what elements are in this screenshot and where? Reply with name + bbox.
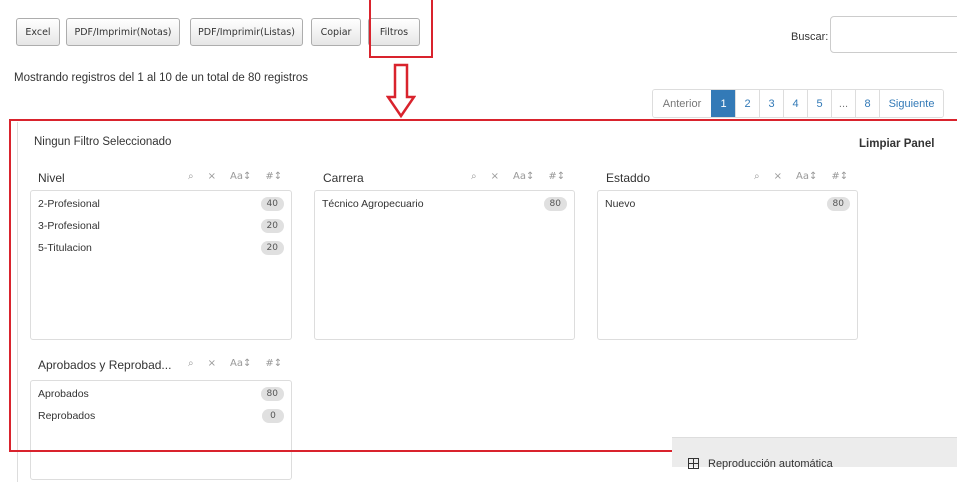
pagination-page-4[interactable]: 4 (783, 90, 807, 117)
down-arrow-icon (386, 63, 416, 119)
pagination-previous[interactable]: Anterior (653, 90, 711, 117)
filtros-highlight (369, 0, 433, 58)
search-input[interactable] (830, 16, 957, 53)
records-info: Mostrando registros del 1 al 10 de un to… (14, 72, 309, 84)
grid-icon (688, 458, 699, 472)
pagination: Anterior 1 2 3 4 5 ... 8 Siguiente (652, 89, 944, 118)
pagination-next[interactable]: Siguiente (879, 90, 943, 117)
search-label: Buscar: (791, 31, 829, 43)
excel-button[interactable]: Excel (16, 18, 60, 46)
pagination-page-1[interactable]: 1 (711, 90, 735, 117)
filter-panel-highlight (9, 119, 957, 452)
pagination-page-8[interactable]: 8 (855, 90, 879, 117)
pagination-ellipsis: ... (831, 90, 855, 117)
copiar-button[interactable]: Copiar (311, 18, 361, 46)
pagination-page-3[interactable]: 3 (759, 90, 783, 117)
context-menu-item[interactable]: Reproducción automática (708, 458, 833, 470)
pagination-page-5[interactable]: 5 (807, 90, 831, 117)
pdf-notas-button[interactable]: PDF/Imprimir(Notas) (66, 18, 180, 46)
pdf-listas-button[interactable]: PDF/Imprimir(Listas) (190, 18, 303, 46)
pagination-page-2[interactable]: 2 (735, 90, 759, 117)
context-menu: Reproducción automática (672, 437, 957, 470)
